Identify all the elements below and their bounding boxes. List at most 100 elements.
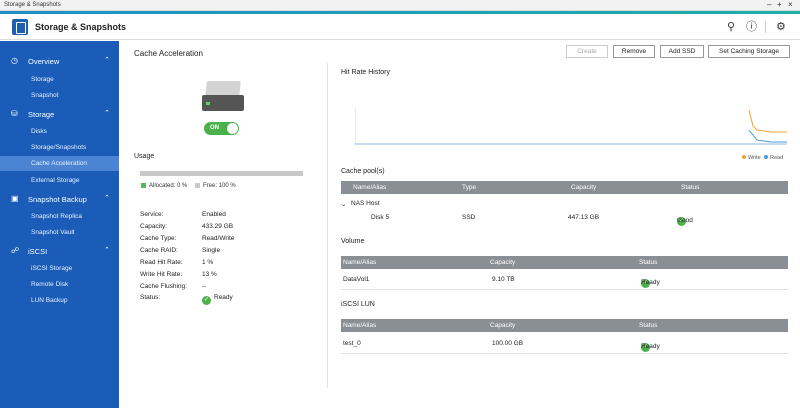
- iscsi-lun-title: iSCSI LUN: [341, 301, 375, 308]
- chevron-up-icon[interactable]: ⌃: [104, 246, 110, 254]
- ssd-drive-icon: [202, 81, 244, 113]
- sidebar: ◷ Overview ⌃ Storage Snapshot ⛁ Storage …: [0, 41, 119, 408]
- chart-legend-read: Read: [764, 155, 783, 161]
- cell-capacity: 447.13 GB: [568, 214, 600, 221]
- app-header: Storage & Snapshots ⚲ ⓘ ⚙: [0, 14, 800, 40]
- hit-rate-title: Hit Rate History: [341, 69, 391, 76]
- close-icon[interactable]: ×: [788, 0, 793, 10]
- free-swatch: [195, 183, 200, 188]
- read-legend-dot: [764, 155, 768, 159]
- sidebar-item-label: Storage: [31, 76, 54, 83]
- detail-key: Write Hit Rate:: [140, 271, 183, 278]
- sidebar-item-snapshot-replica[interactable]: Snapshot Replica: [0, 209, 119, 224]
- chevron-up-icon[interactable]: ⌃: [104, 109, 110, 117]
- iscsi-icon: ☍: [11, 246, 20, 255]
- cell-name: DataVol1: [343, 276, 370, 283]
- table-row[interactable]: Disk 5 SSD 447.13 GB ✓ Good: [341, 211, 788, 226]
- row-divider: [341, 289, 788, 290]
- column-header: Capacity: [490, 322, 516, 329]
- detail-key: Cache Flushing:: [140, 283, 187, 290]
- help-icon[interactable]: ⓘ: [746, 20, 757, 34]
- window-titlebar: Storage & Snapshots – + ×: [0, 0, 800, 11]
- cache-pool-title: Cache pool(s): [341, 168, 385, 175]
- create-button[interactable]: Create: [566, 45, 608, 58]
- sidebar-item-label: Snapshot: [31, 92, 59, 99]
- sidebar-item-cache-acceleration[interactable]: Cache Acceleration: [0, 156, 119, 171]
- sidebar-item-remote-disk[interactable]: Remote Disk: [0, 277, 119, 292]
- table-row[interactable]: DataVol1 9.10 TB ✓ Ready: [341, 273, 788, 288]
- detail-service: Service: Enabled: [140, 211, 320, 222]
- sidebar-item-label: Snapshot Vault: [31, 229, 75, 236]
- detail-capacity: Capacity: 433.29 GB: [140, 223, 320, 234]
- add-ssd-button[interactable]: Add SSD: [660, 45, 704, 58]
- sidebar-item-label: LUN Backup: [31, 297, 68, 304]
- cache-detail-panel: Hit Rate History Write Read Cache pool(s…: [341, 63, 796, 408]
- sidebar-section-storage[interactable]: ⛁ Storage ⌃: [0, 106, 119, 122]
- toggle-label: ON: [210, 125, 219, 131]
- drive-led: [206, 102, 210, 105]
- detail-key: Status:: [140, 294, 161, 301]
- set-caching-storage-button[interactable]: Set Caching Storage: [708, 45, 790, 58]
- chevron-up-icon[interactable]: ⌃: [104, 194, 110, 202]
- detail-write-hit-rate: Write Hit Rate: 13 %: [140, 271, 320, 282]
- cell-name: test_0: [343, 340, 361, 347]
- iscsi-lun-header: Name/Alias Capacity Status: [341, 319, 788, 332]
- sidebar-item-label: Snapshot Replica: [31, 213, 82, 220]
- cell-type: SSD: [462, 214, 476, 221]
- detail-read-hit-rate: Read Hit Rate: 1 %: [140, 259, 320, 270]
- chart-legend-write: Write: [742, 155, 761, 161]
- detail-value: ✓ Ready: [202, 294, 233, 305]
- sidebar-section-label: Snapshot Backup: [28, 195, 87, 204]
- minimize-icon[interactable]: –: [767, 0, 771, 10]
- column-header: Status: [639, 322, 658, 329]
- cell-name: Disk 5: [371, 214, 390, 221]
- detail-value: Read/Write: [202, 235, 235, 242]
- panel-divider: [327, 63, 328, 388]
- cache-toggle[interactable]: ON: [204, 122, 239, 135]
- sidebar-section-label: Storage: [28, 110, 55, 119]
- search-icon[interactable]: ⚲: [727, 20, 735, 34]
- cache-pool-group[interactable]: ⌄ NAS Host: [341, 197, 788, 211]
- sidebar-section-overview[interactable]: ◷ Overview ⌃: [0, 53, 119, 69]
- volume-title: Volume: [341, 238, 365, 245]
- usage-bar: [140, 171, 303, 176]
- sidebar-section-snapshot-backup[interactable]: ▣ Snapshot Backup ⌃: [0, 191, 119, 207]
- window-title: Storage & Snapshots: [4, 2, 61, 8]
- sidebar-item-external-storage[interactable]: External Storage: [0, 173, 119, 188]
- toggle-knob: [227, 123, 238, 134]
- table-row[interactable]: test_0 100.00 GB ✓ Ready: [341, 337, 788, 352]
- chevron-up-icon[interactable]: ⌃: [104, 56, 110, 64]
- sidebar-item-lun-backup[interactable]: LUN Backup: [0, 293, 119, 308]
- column-header: Capacity: [490, 259, 516, 266]
- allocated-label: Allocated: 0 %: [149, 183, 188, 189]
- gear-icon[interactable]: ⚙: [776, 20, 786, 34]
- detail-value: --: [202, 283, 207, 290]
- cell-capacity: 100.00 GB: [492, 340, 524, 347]
- sidebar-item-storage-overview[interactable]: Storage: [0, 72, 119, 87]
- detail-key: Capacity:: [140, 223, 168, 230]
- column-header: Name/Alias: [353, 184, 387, 191]
- sidebar-item-label: Cache Acceleration: [31, 160, 88, 167]
- sidebar-item-storage-snapshots[interactable]: Storage/Snapshots: [0, 140, 119, 155]
- sidebar-section-iscsi[interactable]: ☍ iSCSI ⌃: [0, 243, 119, 259]
- maximize-icon[interactable]: +: [777, 0, 782, 10]
- detail-key: Cache RAID:: [140, 247, 178, 254]
- sidebar-item-snapshot-vault[interactable]: Snapshot Vault: [0, 225, 119, 240]
- page-title: Cache Acceleration: [134, 49, 203, 58]
- allocated-legend: Allocated: 0 %: [141, 183, 187, 189]
- sidebar-item-snapshot-overview[interactable]: Snapshot: [0, 88, 119, 103]
- cell-capacity: 9.10 TB: [492, 276, 515, 283]
- write-legend-label: Write: [748, 155, 761, 161]
- sidebar-item-disks[interactable]: Disks: [0, 124, 119, 139]
- status-text: Ready: [641, 343, 660, 350]
- group-label: NAS Host: [351, 200, 380, 207]
- detail-value: 13 %: [202, 271, 217, 278]
- write-series-line: [748, 109, 787, 133]
- sidebar-item-label: Disks: [31, 128, 47, 135]
- collapse-icon[interactable]: ⌄: [341, 200, 346, 208]
- sidebar-item-iscsi-storage[interactable]: iSCSI Storage: [0, 261, 119, 276]
- remove-button[interactable]: Remove: [613, 45, 655, 58]
- database-icon: ⛁: [11, 109, 18, 118]
- column-header: Capacity: [571, 184, 597, 191]
- column-header: Status: [681, 184, 700, 191]
